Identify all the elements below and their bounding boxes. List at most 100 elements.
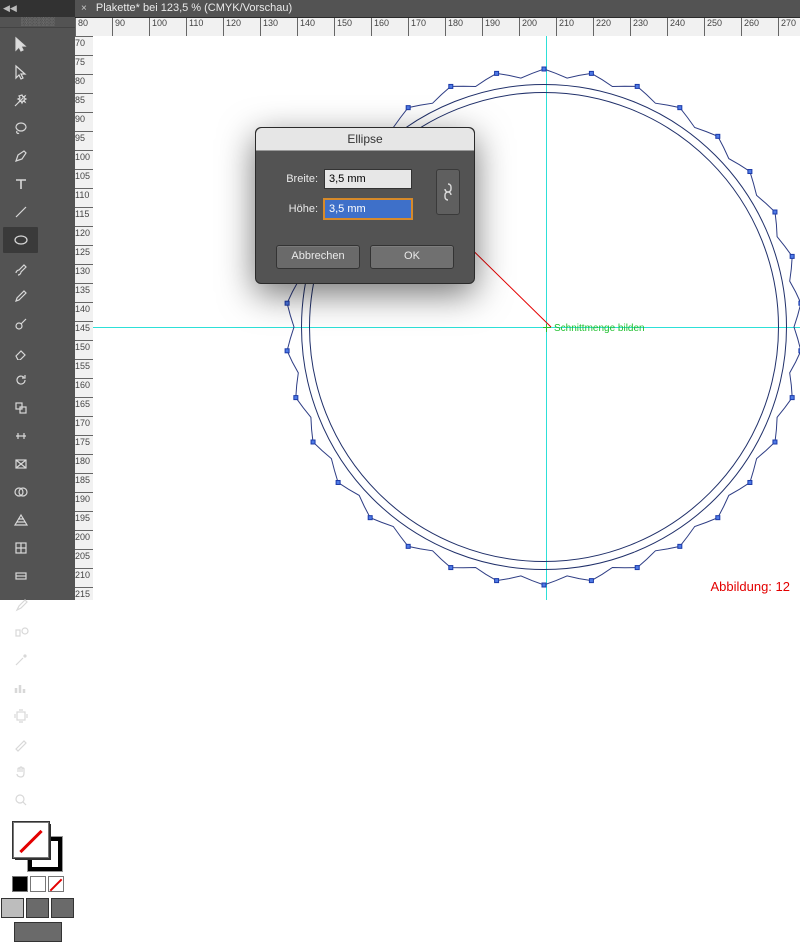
tools-panel: ░░░░░░ [0,17,76,600]
ruler-tick: 200 [75,530,93,542]
smart-guide-label: Schnittmenge bilden [554,323,645,334]
ruler-tick: 200 [519,18,537,36]
ruler-tick: 130 [260,18,278,36]
eyedropper-tool[interactable] [3,591,38,617]
ellipse-tool[interactable] [3,227,38,253]
cancel-button[interactable]: Abbrechen [276,245,360,269]
ruler-tick: 130 [75,264,93,276]
panel-collapse-icon[interactable]: ◀◀ [3,3,17,14]
line-tool[interactable] [3,199,38,225]
document-tab[interactable]: × Plakette* bei 123,5 % (CMYK/Vorschau) [81,1,292,16]
default-fill-none[interactable] [48,876,64,892]
ruler-tick: 195 [75,511,93,523]
close-tab-icon[interactable]: × [81,3,87,14]
ruler-tick: 105 [75,169,93,181]
blob-brush-tool[interactable] [3,311,38,337]
ruler-tick: 140 [297,18,315,36]
draw-behind-mode[interactable] [26,898,49,918]
fill-stroke-swatch[interactable] [13,822,63,872]
ruler-tick: 250 [704,18,722,36]
ruler-tick: 205 [75,549,93,561]
ruler-tick: 125 [75,245,93,257]
artboard-tool[interactable] [3,703,38,729]
gradient-tool[interactable] [3,563,38,589]
canvas[interactable]: Schnittmenge bilden Abbildung: 12 [93,36,800,600]
ruler-tick: 215 [75,587,93,599]
pen-tool[interactable] [3,143,38,169]
tools-panel-grip[interactable]: ░░░░░░ [0,17,75,28]
figure-caption: Abbildung: 12 [710,579,790,594]
ruler-tick: 185 [75,473,93,485]
constrain-proportions-button[interactable] [436,169,460,215]
ruler-vertical[interactable]: 70 75 80 85 90 95 100 105 110 115 120 125 130 135 140 1… [75,36,94,600]
type-tool[interactable] [3,171,38,197]
ruler-tick: 240 [667,18,685,36]
ruler-tick: 120 [75,226,93,238]
free-transform-tool[interactable] [3,451,38,477]
column-graph-tool[interactable] [3,675,38,701]
paintbrush-tool[interactable] [3,255,38,281]
ruler-tick: 95 [75,131,93,143]
ruler-tick: 190 [482,18,500,36]
width-label: Breite: [270,173,318,185]
lasso-tool[interactable] [3,115,38,141]
screen-mode-toggle[interactable] [14,922,62,942]
ruler-tick: 135 [75,283,93,295]
ruler-tick: 140 [75,302,93,314]
ruler-tick: 210 [75,568,93,580]
shape-builder-tool[interactable] [3,479,38,505]
width-tool[interactable] [3,423,38,449]
fill-swatch[interactable] [13,822,49,858]
blend-tool[interactable] [3,619,38,645]
hand-tool[interactable] [3,759,38,785]
symbol-sprayer-tool[interactable] [3,647,38,673]
ruler-tick: 90 [75,112,93,124]
ruler-tick: 270 [778,18,796,36]
ruler-tick: 170 [408,18,426,36]
ruler-tick: 190 [75,492,93,504]
direct-selection-tool[interactable] [3,59,38,85]
width-input[interactable] [324,169,412,189]
ruler-tick: 170 [75,416,93,428]
eraser-tool[interactable] [3,339,38,365]
document-tab-title: Plakette* bei 123,5 % (CMYK/Vorschau) [96,2,292,14]
perspective-grid-tool[interactable] [3,507,38,533]
ok-button[interactable]: OK [370,245,454,269]
ruler-tick: 260 [741,18,759,36]
default-fill-white[interactable] [30,876,46,892]
ruler-tick: 175 [75,435,93,447]
ruler-tick: 100 [75,150,93,162]
ruler-tick: 100 [149,18,167,36]
rotate-tool[interactable] [3,367,38,393]
pencil-tool[interactable] [3,283,38,309]
scale-tool[interactable] [3,395,38,421]
ruler-tick: 160 [75,378,93,390]
ellipse-dialog: Ellipse Breite: Höhe: Abbrechen OK [255,127,475,284]
slice-tool[interactable] [3,731,38,757]
ruler-tick: 120 [223,18,241,36]
draw-inside-mode[interactable] [51,898,74,918]
ruler-tick: 180 [445,18,463,36]
default-fill-black[interactable] [12,876,28,892]
height-label: Höhe: [270,203,318,215]
ruler-tick: 150 [334,18,352,36]
selection-tool[interactable] [3,31,38,57]
ruler-tick: 115 [75,207,93,219]
document-tab-bar: × Plakette* bei 123,5 % (CMYK/Vorschau) [75,0,800,18]
ruler-tick: 210 [556,18,574,36]
magic-wand-tool[interactable] [3,87,38,113]
height-input[interactable] [324,199,412,219]
ruler-horizontal[interactable]: 8090100110120130140150160170180190200210… [75,18,800,37]
ruler-tick: 80 [75,74,93,86]
mesh-tool[interactable] [3,535,38,561]
dialog-title: Ellipse [256,128,474,151]
ruler-tick: 180 [75,454,93,466]
ruler-tick: 75 [75,55,93,67]
zoom-tool[interactable] [3,787,38,813]
ruler-tick: 70 [75,36,93,48]
ruler-tick: 110 [75,188,93,200]
ruler-tick: 80 [75,18,88,36]
ruler-tick: 85 [75,93,93,105]
ruler-tick: 90 [112,18,125,36]
draw-normal-mode[interactable] [1,898,24,918]
